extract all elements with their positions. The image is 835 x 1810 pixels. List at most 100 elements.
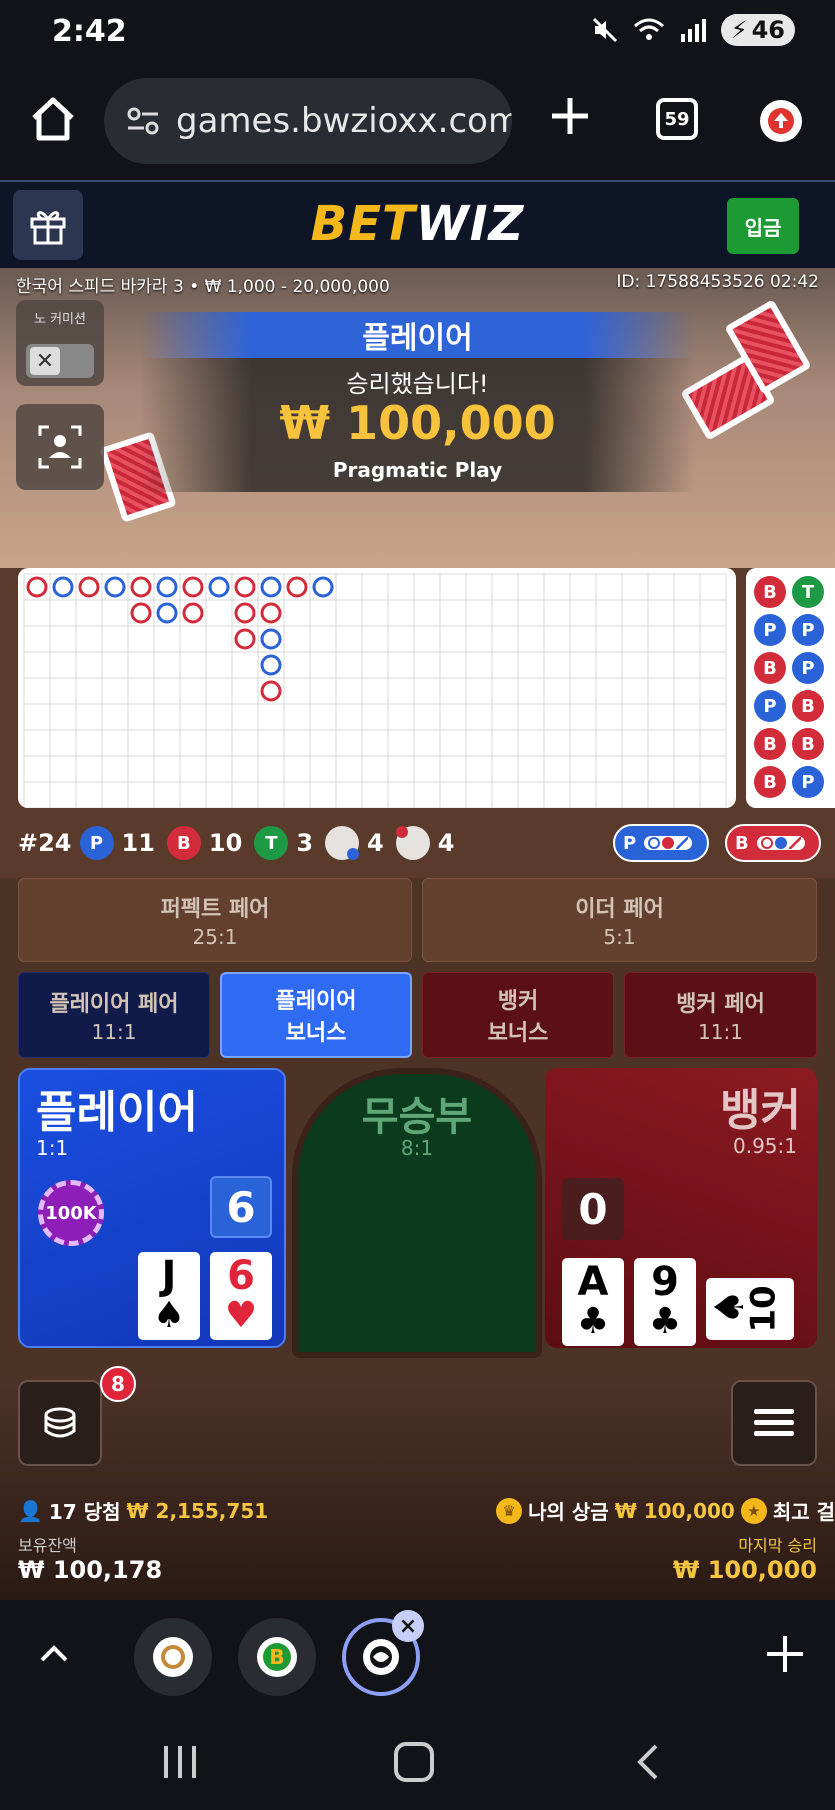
provider-name: Pragmatic Play xyxy=(332,458,503,482)
banker-bonus-label-1: 뱅커 xyxy=(497,989,539,1014)
toggle-switch[interactable]: ✕ xyxy=(26,344,94,378)
road-grid xyxy=(23,573,727,808)
player-ask-label: P xyxy=(623,832,637,854)
bead-player: P xyxy=(792,652,824,684)
win-message-box: 승리했습니다! ₩ 100,000 Pragmatic Play xyxy=(140,358,695,492)
status-time: 2:42 xyxy=(52,14,127,49)
road-marker xyxy=(130,576,152,598)
home-icon[interactable] xyxy=(28,94,78,144)
player-pair-count: 4 xyxy=(367,829,384,857)
system-nav-bar xyxy=(0,1710,835,1810)
arrow-up-icon xyxy=(768,108,794,134)
banker-card-2: 9 ♣ xyxy=(634,1258,696,1346)
perfect-pair-bet[interactable]: 퍼펙트 페어 25:1 xyxy=(18,878,412,962)
browser-tab-strip: B × xyxy=(0,1600,835,1710)
road-marker xyxy=(208,576,230,598)
site-logo[interactable]: BETWIZ xyxy=(0,196,835,252)
banker-count-icon: B xyxy=(166,826,201,860)
player-label: 플레이어 xyxy=(36,1087,198,1138)
banker-ask-label: B xyxy=(735,832,749,854)
player-bet[interactable]: 플레이어 1:1 100K 6 J ♠ 6 ♥ xyxy=(18,1068,286,1348)
player-pair-icon xyxy=(325,826,360,860)
road-marker xyxy=(234,576,256,598)
bead-road[interactable]: B T P P B P P B B B B P xyxy=(746,568,835,808)
either-pair-odds: 5:1 xyxy=(603,925,636,949)
banker-count: 10 xyxy=(208,829,243,857)
banker-ask-button[interactable]: B xyxy=(725,824,821,862)
back-nav-icon[interactable] xyxy=(630,1742,670,1782)
win-amount: ₩ 100,000 xyxy=(279,396,556,450)
logo-wiz: WIZ xyxy=(415,196,525,252)
top-win-label: 최고 걸 xyxy=(772,1500,835,1524)
banker-card-3-sideways: ♠ 10 xyxy=(706,1278,794,1340)
placed-chip: 100K xyxy=(38,1180,104,1246)
banker-odds: 0.95:1 xyxy=(733,1134,797,1158)
update-button[interactable] xyxy=(760,100,802,142)
player-card-2: 6 ♥ xyxy=(210,1252,272,1340)
banker-bonus-bet[interactable]: 뱅커 보너스 xyxy=(422,972,614,1058)
site-settings-icon[interactable] xyxy=(124,102,162,140)
url-bar[interactable]: games.bwzioxx.com/ xyxy=(104,78,512,164)
bead-player: P xyxy=(792,766,824,798)
star-coin-icon: ★ xyxy=(740,1497,767,1524)
player-pair-label: 플레이어 페어 xyxy=(49,992,179,1017)
browser-tab[interactable] xyxy=(134,1618,212,1696)
stats-bar: #24 P 11 B 10 T3 4 4 P B xyxy=(0,808,835,878)
banker-bet[interactable]: 뱅커 0.95:1 0 A ♣ 9 ♣ ♠ 10 xyxy=(545,1068,817,1348)
banker-pair-count: 4 xyxy=(437,829,455,857)
player-pair-odds: 11:1 xyxy=(91,1020,137,1044)
player-bonus-bet[interactable]: 플레이어 보너스 xyxy=(220,972,412,1058)
banker-pair-bet[interactable]: 뱅커 페어 11:1 xyxy=(624,972,817,1058)
no-commission-toggle[interactable]: 노 커미션 ✕ xyxy=(16,300,104,386)
dealer-view-button[interactable] xyxy=(16,404,104,490)
battery-indicator: ⚡ 46 xyxy=(720,14,795,46)
chip-stack-icon xyxy=(44,1407,76,1438)
player-bonus-label-2: 보너스 xyxy=(285,1021,347,1046)
wifi-icon xyxy=(633,18,664,40)
big-road[interactable] xyxy=(18,568,736,808)
home-nav-icon[interactable] xyxy=(392,1740,436,1784)
player-pair-bet[interactable]: 플레이어 페어 11:1 xyxy=(18,972,210,1058)
win-message: 승리했습니다! xyxy=(346,370,489,398)
road-marker xyxy=(312,576,334,598)
player-odds: 1:1 xyxy=(36,1136,69,1160)
either-pair-bet[interactable]: 이더 페어 5:1 xyxy=(422,878,817,962)
charging-icon: ⚡ xyxy=(730,16,748,44)
chevron-up-icon[interactable] xyxy=(34,1634,74,1674)
new-tab-icon[interactable] xyxy=(765,1634,805,1674)
site-favicon-icon xyxy=(363,1639,399,1675)
roadmap-section: B T P P B P P B B B B P xyxy=(0,568,835,808)
player-ask-button[interactable]: P xyxy=(613,824,709,862)
tab-switcher-button[interactable]: 59 xyxy=(656,98,698,140)
bead-banker: B xyxy=(792,728,824,760)
battery-level: 46 xyxy=(751,16,785,44)
status-bar: 2:42 ⚡ 46 xyxy=(0,0,835,64)
my-win-label: 나의 상금 xyxy=(528,1500,609,1524)
new-tab-icon[interactable] xyxy=(548,94,592,138)
bead-player: P xyxy=(792,614,824,646)
banker-score: 0 xyxy=(562,1178,624,1240)
close-icon: ✕ xyxy=(30,347,60,375)
player-score: 6 xyxy=(210,1176,272,1238)
browser-tab[interactable]: B xyxy=(238,1618,316,1696)
tie-bet[interactable]: 무승부 8:1 xyxy=(292,1068,542,1358)
player-card-1: J ♠ xyxy=(138,1252,200,1340)
last-win-label: 마지막 승리 xyxy=(738,1536,817,1555)
close-tab-button[interactable]: × xyxy=(392,1610,424,1642)
winning-side: 플레이어 xyxy=(140,312,695,358)
table-info: 한국어 스피드 바카라 3 • ₩ 1,000 - 20,000,000 xyxy=(16,277,390,297)
banker-bonus-label-2: 보너스 xyxy=(487,1021,549,1046)
deposit-button[interactable]: 입금 xyxy=(727,198,799,254)
perfect-pair-label: 퍼펙트 페어 xyxy=(160,897,270,922)
road-marker xyxy=(52,576,74,598)
mute-icon xyxy=(592,17,617,43)
menu-button[interactable] xyxy=(731,1380,817,1466)
recent-apps-icon[interactable] xyxy=(160,1742,200,1782)
road-marker xyxy=(182,602,204,624)
live-video: 한국어 스피드 바카라 3 • ₩ 1,000 - 20,000,000 ID:… xyxy=(0,268,835,568)
bead-player: P xyxy=(754,614,786,646)
banker-card-1: A ♣ xyxy=(562,1258,624,1346)
banker-label: 뱅커 xyxy=(720,1085,801,1136)
chip-selector-button[interactable]: 8 xyxy=(18,1366,136,1466)
tie-label: 무승부 xyxy=(361,1094,473,1140)
